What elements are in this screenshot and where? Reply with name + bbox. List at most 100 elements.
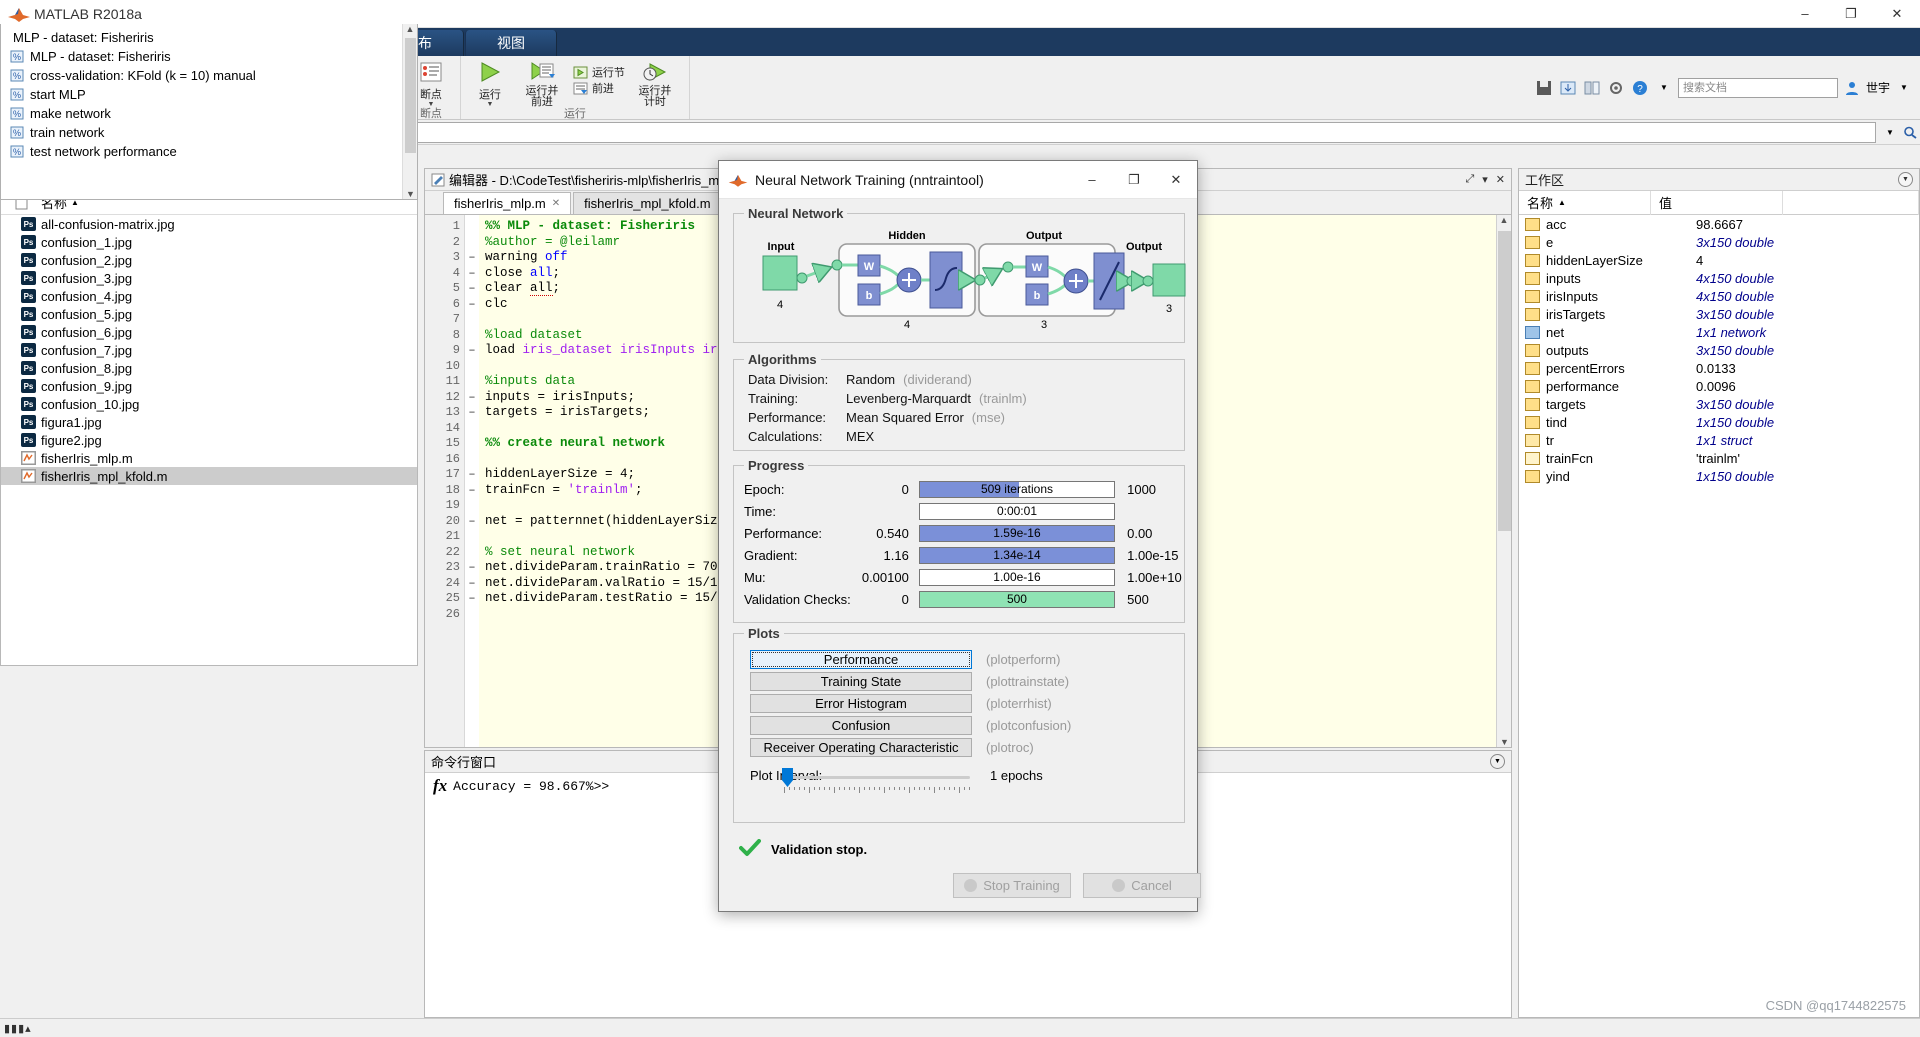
breadcrumb-dropdown-icon[interactable]: ▼ <box>1880 122 1900 142</box>
line-marker[interactable]: – <box>465 483 479 499</box>
file-list-item[interactable]: Ps confusion_7.jpg <box>1 341 417 359</box>
line-marker[interactable] <box>465 235 479 251</box>
scroll-down-icon[interactable]: ▼ <box>1497 737 1512 747</box>
line-marker[interactable] <box>465 328 479 344</box>
editor-dock-icon[interactable]: ⤢ <box>1465 173 1474 186</box>
line-marker[interactable] <box>465 374 479 390</box>
details-list-item[interactable]: % train network <box>1 123 417 142</box>
user-label[interactable]: 世宇 <box>1866 79 1890 96</box>
editor-tab-fisheriris-mlp[interactable]: fisherIris_mlp.m ✕ <box>443 192 572 214</box>
workspace-variable-list[interactable]: acc 98.6667 e 3x150 double hiddenLayerSize 4 i… <box>1519 215 1919 485</box>
file-list-item[interactable]: Ps confusion_1.jpg <box>1 233 417 251</box>
run-button[interactable]: 运行 ▼ <box>467 58 513 108</box>
workspace-variable-row[interactable]: net 1x1 network <box>1519 323 1919 341</box>
line-marker[interactable]: – <box>465 281 479 297</box>
file-list-item[interactable]: Ps figura1.jpg <box>1 413 417 431</box>
line-marker[interactable]: – <box>465 390 479 406</box>
line-marker[interactable] <box>465 452 479 468</box>
line-marker[interactable]: – <box>465 250 479 266</box>
stop-training-button[interactable]: Stop Training <box>953 873 1071 898</box>
fx-prompt-icon[interactable]: fx <box>433 777 447 794</box>
chevron-down-icon[interactable]: ▼ <box>1654 78 1674 98</box>
advance-button[interactable]: 前进 <box>571 80 627 96</box>
plot-button[interactable]: Performance <box>750 649 972 669</box>
details-list-item[interactable]: % start MLP <box>1 85 417 104</box>
file-list-item[interactable]: Ps confusion_8.jpg <box>1 359 417 377</box>
details-scrollbar[interactable]: ▲ ▼ <box>402 24 417 199</box>
line-marker[interactable]: – <box>465 297 479 313</box>
panel-options-icon[interactable]: ▼ <box>1898 172 1913 187</box>
line-marker[interactable]: – <box>465 343 479 359</box>
line-marker[interactable]: – <box>465 266 479 282</box>
workspace-variable-row[interactable]: irisTargets 3x150 double <box>1519 305 1919 323</box>
chevron-down-icon[interactable]: ▼ <box>1894 78 1914 98</box>
workspace-variable-row[interactable]: trainFcn 'trainlm' <box>1519 449 1919 467</box>
scroll-up-icon[interactable]: ▲ <box>1497 215 1511 225</box>
workspace-variable-row[interactable]: outputs 3x150 double <box>1519 341 1919 359</box>
help-icon[interactable]: ? <box>1630 78 1650 98</box>
editor-options-icon[interactable]: ▾ <box>1482 173 1488 186</box>
nn-maximize-button[interactable]: ❐ <box>1113 161 1155 199</box>
editor-tab-fisheriris-kfold[interactable]: fisherIris_mpl_kfold.m <box>573 192 722 214</box>
line-marker[interactable] <box>465 545 479 561</box>
sort-asc-icon[interactable]: ▲ <box>1558 198 1566 207</box>
scroll-thumb[interactable] <box>1498 231 1511 531</box>
file-list-item[interactable]: fisherIris_mlp.m <box>1 449 417 467</box>
line-marker[interactable]: – <box>465 514 479 530</box>
file-list-item[interactable]: Ps figure2.jpg <box>1 431 417 449</box>
plot-interval-slider-thumb[interactable] <box>782 768 793 787</box>
file-list-item[interactable]: Ps all-confusion-matrix.jpg <box>1 215 417 233</box>
details-list-item[interactable]: % make network <box>1 104 417 123</box>
chevron-down-icon[interactable]: ▼ <box>486 101 493 108</box>
line-marker[interactable]: – <box>465 591 479 607</box>
line-marker[interactable] <box>465 312 479 328</box>
panel-options-icon[interactable]: ▼ <box>1490 754 1505 769</box>
plot-buttons[interactable]: Performance (plotperform) Training State (p… <box>750 648 1184 758</box>
workspace-variable-row[interactable]: tr 1x1 struct <box>1519 431 1919 449</box>
details-list-item[interactable]: % MLP - dataset: Fisheriris <box>1 47 417 66</box>
details-list-item[interactable]: % test network performance <box>1 142 417 161</box>
details-list-item[interactable]: % cross-validation: KFold (k = 10) manual <box>1 66 417 85</box>
nn-minimize-button[interactable]: – <box>1071 161 1113 199</box>
run-section-button[interactable]: 运行节 <box>571 64 627 80</box>
editor-vertical-scrollbar[interactable]: ▲ ▼ <box>1496 215 1511 747</box>
line-marker[interactable] <box>465 607 479 623</box>
nntraintool-dialog[interactable]: Neural Network Training (nntraintool) – … <box>718 160 1201 912</box>
minimize-button[interactable]: – <box>1782 0 1828 28</box>
file-list-item[interactable]: fisherIris_mpl_kfold.m <box>1 467 417 485</box>
plot-button[interactable]: Error Histogram <box>750 693 972 713</box>
line-marker[interactable]: – <box>465 576 479 592</box>
workspace-variable-row[interactable]: hiddenLayerSize 4 <box>1519 251 1919 269</box>
line-marker[interactable] <box>465 529 479 545</box>
line-marker[interactable] <box>465 359 479 375</box>
workspace-variable-row[interactable]: performance 0.0096 <box>1519 377 1919 395</box>
workspace-variable-row[interactable]: irisInputs 4x150 double <box>1519 287 1919 305</box>
line-marker[interactable]: – <box>465 560 479 576</box>
workspace-variable-row[interactable]: percentErrors 0.0133 <box>1519 359 1919 377</box>
workspace-variable-row[interactable]: tind 1x150 double <box>1519 413 1919 431</box>
file-list-item[interactable]: Ps confusion_2.jpg <box>1 251 417 269</box>
layout-icon[interactable] <box>1582 78 1602 98</box>
line-marker[interactable]: – <box>465 405 479 421</box>
plot-interval-slider-track[interactable] <box>790 776 970 779</box>
run-advance-button[interactable]: 运行并 前进 <box>513 58 571 108</box>
line-marker[interactable] <box>465 421 479 437</box>
line-marker[interactable]: – <box>465 467 479 483</box>
plot-button[interactable]: Receiver Operating Characteristic <box>750 737 972 757</box>
plot-button[interactable]: Training State <box>750 671 972 691</box>
file-list-item[interactable]: Ps confusion_10.jpg <box>1 395 417 413</box>
scroll-down-icon[interactable]: ▼ <box>403 189 418 199</box>
close-button[interactable]: ✕ <box>1874 0 1920 28</box>
file-list-item[interactable]: Ps confusion_4.jpg <box>1 287 417 305</box>
line-marker[interactable] <box>465 436 479 452</box>
workspace-variable-row[interactable]: yind 1x150 double <box>1519 467 1919 485</box>
scroll-up-icon[interactable]: ▲ <box>403 24 417 34</box>
close-icon[interactable]: ✕ <box>552 198 560 209</box>
line-marker[interactable] <box>465 498 479 514</box>
workspace-variable-row[interactable]: inputs 4x150 double <box>1519 269 1919 287</box>
workspace-variable-row[interactable]: e 3x150 double <box>1519 233 1919 251</box>
run-time-button[interactable]: 运行并 计时 <box>627 58 683 108</box>
preferences-gear-icon[interactable] <box>1606 78 1626 98</box>
search-input[interactable]: 搜索文档 <box>1677 77 1838 98</box>
workspace-extra-column[interactable] <box>1783 190 1919 215</box>
